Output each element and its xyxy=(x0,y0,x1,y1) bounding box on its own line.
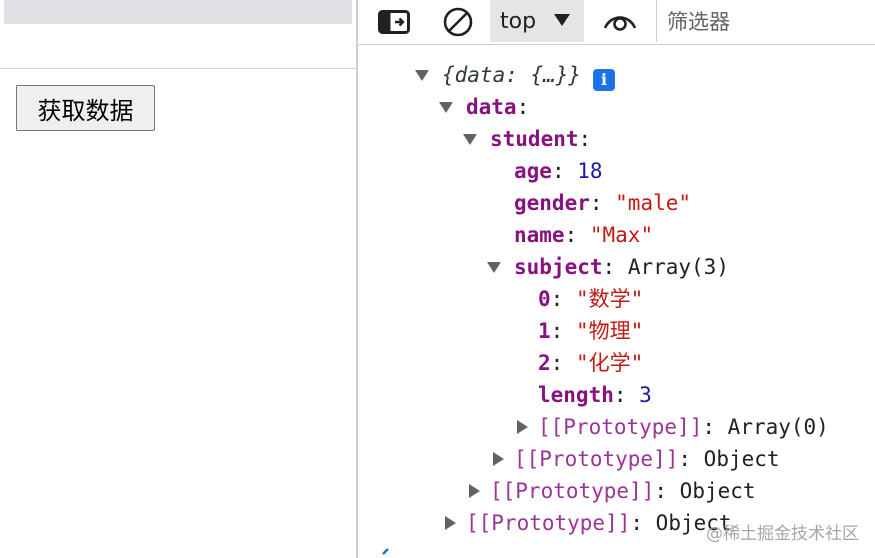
key-prototype: [[Prototype]] xyxy=(490,479,655,503)
devtools-console: top 筛选器 {data: {…}} i data: student: age… xyxy=(358,0,875,558)
value-age: 18 xyxy=(577,159,603,183)
tree-row-prototype-object[interactable]: [[Prototype]]: Object xyxy=(490,444,780,474)
tree-row-student[interactable]: student: xyxy=(462,124,591,154)
key-index: 1 xyxy=(538,319,551,343)
tree-row-length: length: 3 xyxy=(538,383,652,407)
dropdown-caret-icon xyxy=(554,14,570,26)
key-data: data xyxy=(466,95,517,119)
tree-row-item: 2: "化学" xyxy=(538,351,644,375)
key-prototype: [[Prototype]] xyxy=(466,511,631,535)
expanded-triangle-icon xyxy=(439,102,453,113)
sidebar-toggle-icon[interactable] xyxy=(376,4,412,40)
screen: 获取数据 top 筛选器 {data: {…}} i data: student… xyxy=(0,0,875,558)
key-prototype: [[Prototype]] xyxy=(538,415,703,439)
tree-row-prototype-object[interactable]: [[Prototype]]: Object xyxy=(442,508,732,538)
page-pane: 获取数据 xyxy=(0,0,356,558)
console-toolbar: top 筛选器 xyxy=(358,0,875,45)
filter-placeholder: 筛选器 xyxy=(667,10,730,34)
clear-console-icon[interactable] xyxy=(440,4,476,40)
tree-row-name: name: "Max" xyxy=(514,223,654,247)
key-length: length xyxy=(538,383,614,407)
tree-row-item: 0: "数学" xyxy=(538,287,644,311)
value-item: "数学" xyxy=(575,287,644,311)
collapsed-triangle-icon xyxy=(493,452,504,466)
fetch-data-button[interactable]: 获取数据 xyxy=(16,85,155,131)
filter-input[interactable]: 筛选器 xyxy=(656,0,875,42)
tree-row-subject[interactable]: subject: Array(3) xyxy=(486,252,729,282)
page-top-bar xyxy=(4,0,352,24)
expanded-triangle-icon xyxy=(415,70,429,81)
tree-row-gender: gender: "male" xyxy=(514,191,692,215)
value-name: "Max" xyxy=(589,223,654,247)
context-label: top xyxy=(500,8,537,34)
page-separator xyxy=(0,68,356,69)
key-index: 0 xyxy=(538,287,551,311)
key-gender: gender xyxy=(514,191,590,215)
key-prototype: [[Prototype]] xyxy=(514,447,679,471)
value-item: "物理" xyxy=(575,319,644,343)
key-student: student xyxy=(490,127,579,151)
watermark: @稀土掘金技术社区 xyxy=(706,524,859,544)
context-selector[interactable]: top xyxy=(490,0,584,42)
tree-row-root[interactable]: {data: {…}} i xyxy=(414,60,616,91)
info-icon[interactable]: i xyxy=(593,69,616,91)
live-expression-eye-icon[interactable] xyxy=(602,4,638,40)
collapsed-triangle-icon xyxy=(517,420,528,434)
key-name: name xyxy=(514,223,565,247)
value-gender: "male" xyxy=(615,191,692,215)
console-object-tree: {data: {…}} i data: student: age: 18 gend… xyxy=(358,46,875,546)
collapsed-triangle-icon xyxy=(445,516,456,530)
value-prototype: Object xyxy=(679,479,756,503)
value-item: "化学" xyxy=(575,351,644,375)
tree-row-data[interactable]: data: xyxy=(438,92,529,122)
value-length: 3 xyxy=(639,383,652,407)
tree-row-prototype-array[interactable]: [[Prototype]]: Array(0) xyxy=(514,412,829,442)
root-preview: {data: {…}} xyxy=(442,63,582,87)
tree-row-age: age: 18 xyxy=(514,159,603,183)
collapsed-triangle-icon xyxy=(469,484,480,498)
expanded-triangle-icon xyxy=(463,134,477,145)
value-prototype: Array(0) xyxy=(727,415,829,439)
tree-row-item: 1: "物理" xyxy=(538,319,644,343)
key-index: 2 xyxy=(538,351,551,375)
value-prototype: Object xyxy=(703,447,780,471)
tree-row-prototype-object[interactable]: [[Prototype]]: Object xyxy=(466,476,756,506)
key-age: age xyxy=(514,159,552,183)
expanded-triangle-icon xyxy=(487,262,501,273)
value-subject: Array(3) xyxy=(627,255,729,279)
key-subject: subject xyxy=(514,255,603,279)
console-prompt-icon xyxy=(382,548,389,555)
